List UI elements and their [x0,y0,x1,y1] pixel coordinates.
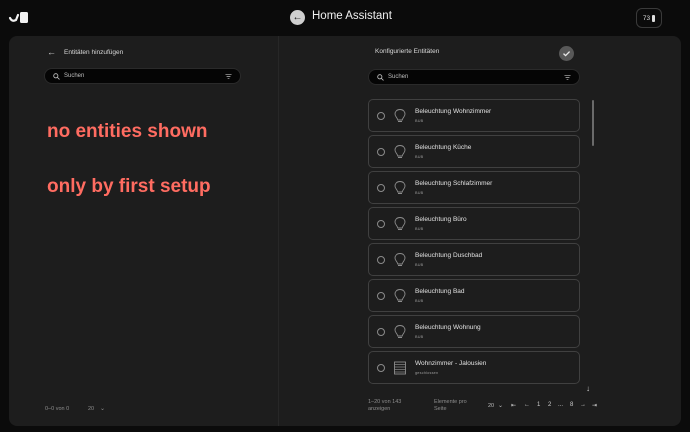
right-title: Konfigurierte Entitäten [375,48,440,55]
left-result-count: 0–0 von 0 [45,406,70,412]
per-page-select[interactable]: 20 [488,403,494,409]
pagination-ellipsis: ... [558,402,564,408]
arrow-left-icon[interactable]: ← [47,47,56,57]
column-divider [278,36,279,426]
lightbulb-icon [394,109,406,122]
list-item[interactable]: Beleuchtung Küche BUB [368,135,580,168]
select-radio[interactable] [377,112,385,120]
main-panel: ← Entitäten hinzufügen Suchen no entitie… [9,36,681,426]
entity-state: BUB [415,263,424,267]
select-radio[interactable] [377,328,385,336]
lightbulb-icon [394,217,406,230]
filter-icon[interactable] [564,74,571,81]
lightbulb-icon [394,253,406,266]
scrollbar[interactable] [592,100,594,146]
list-item[interactable]: Wohnzimmer - Jalousien geschlossen [368,351,580,384]
result-count: 1–20 von 143 anzeigen [368,399,402,412]
brand-logo-icon[interactable] [8,9,30,27]
lightbulb-icon [394,289,406,302]
list-item[interactable]: Beleuchtung Bad BUB [368,279,580,312]
entity-state: BUB [415,227,424,231]
last-page-button[interactable]: ⇥ [592,402,597,409]
chevron-down-icon[interactable]: ⌄ [498,402,503,409]
confirm-button[interactable] [559,46,574,61]
per-page-label: Elemente pro Seite [434,399,467,412]
select-radio[interactable] [377,184,385,192]
left-search-input[interactable]: Suchen [44,68,241,84]
search-placeholder: Suchen [388,73,409,80]
entity-name: Beleuchtung Bad [415,288,465,295]
page-1-button[interactable]: 1 [537,402,540,408]
page-8-button[interactable]: 8 [570,402,573,408]
annotation-line-1: no entities shown [47,121,208,142]
check-icon [563,51,571,57]
battery-icon [652,14,656,22]
select-radio[interactable] [377,220,385,228]
back-button[interactable]: ← [290,10,305,25]
entity-name: Wohnzimmer - Jalousien [415,360,487,367]
lightbulb-icon [394,181,406,194]
entity-name: Beleuchtung Küche [415,144,472,151]
select-radio[interactable] [377,364,385,372]
entity-name: Beleuchtung Duschbad [415,252,483,259]
entity-state: BUB [415,191,424,195]
blinds-icon [394,361,406,375]
entity-state: BUB [415,155,424,159]
entity-name: Beleuchtung Büro [415,216,467,223]
select-radio[interactable] [377,148,385,156]
entity-name: Beleuchtung Wohnzimmer [415,108,492,115]
prev-page-button[interactable]: ← [524,402,530,408]
search-icon [53,73,60,80]
annotation-line-2: only by first setup [47,176,211,197]
entity-name: Beleuchtung Wohnung [415,324,481,331]
search-placeholder: Suchen [64,72,85,79]
list-item[interactable]: Beleuchtung Duschbad BUB [368,243,580,276]
list-item[interactable]: Beleuchtung Wohnzimmer BUB [368,99,580,132]
lightbulb-icon [394,325,406,338]
battery-level: 73 [642,14,651,22]
arrow-left-icon: ← [292,12,303,23]
entity-state: geschlossen [415,371,439,375]
select-radio[interactable] [377,292,385,300]
search-icon [377,74,384,81]
page-2-button[interactable]: 2 [548,402,551,408]
first-page-button[interactable]: ⇤ [511,402,516,409]
list-item[interactable]: Beleuchtung Büro BUB [368,207,580,240]
entity-state: BUB [415,335,424,339]
entity-state: BUB [415,299,424,303]
next-page-button[interactable]: → [580,402,586,408]
arrow-down-icon[interactable]: ↓ [586,384,590,393]
top-bar: ← Home Assistant 73 [0,0,690,36]
left-per-page-select[interactable]: 20 [88,406,94,412]
select-radio[interactable] [377,256,385,264]
chevron-down-icon[interactable]: ⌄ [100,405,105,412]
right-search-input[interactable]: Suchen [368,69,580,85]
list-item[interactable]: Beleuchtung Wohnung BUB [368,315,580,348]
entity-name: Beleuchtung Schlafzimmer [415,180,493,187]
lightbulb-icon [394,145,406,158]
filter-icon[interactable] [225,73,232,80]
app-title: Home Assistant [312,10,392,22]
left-title: Entitäten hinzufügen [64,49,124,56]
battery-indicator[interactable]: 73 [636,8,662,28]
list-item[interactable]: Beleuchtung Schlafzimmer BUB [368,171,580,204]
entity-state: BUB [415,119,424,123]
